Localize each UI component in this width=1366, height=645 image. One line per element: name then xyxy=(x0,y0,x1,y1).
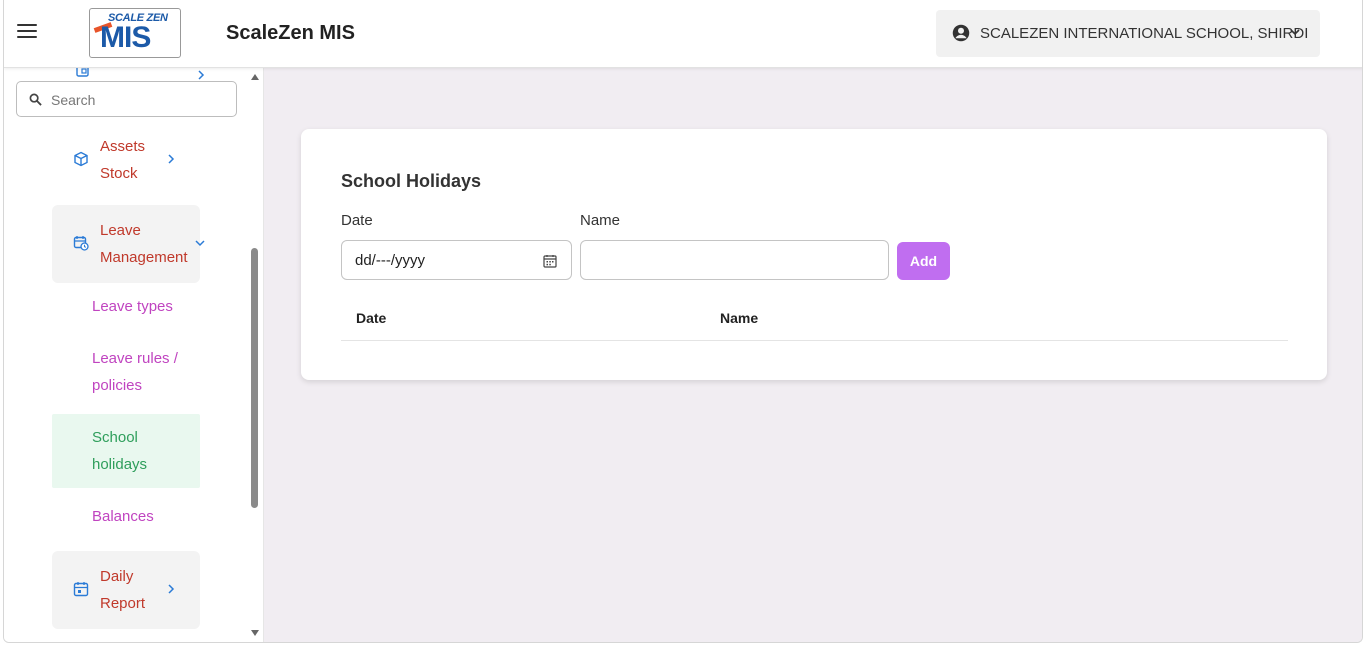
sidebar-scrollbar[interactable] xyxy=(249,68,261,642)
sidebar-search xyxy=(16,81,237,117)
date-field[interactable]: dd/---/yyyy xyxy=(341,240,572,280)
box-icon xyxy=(74,151,88,167)
date-field-value: dd/---/yyyy xyxy=(355,252,426,269)
sidebar-item-leave-management[interactable]: Leave Management xyxy=(52,205,205,283)
brand-logo[interactable]: SCALE ZEN MIS xyxy=(89,8,181,58)
sidebar-item-label: Leave xyxy=(100,222,141,239)
chevron-right-icon xyxy=(168,584,175,594)
sidebar-item-label: Report xyxy=(100,595,146,612)
sidebar-item-label: Daily xyxy=(100,568,134,585)
main-content: School Holidays Date Name dd/---/yyyy Ad… xyxy=(264,68,1362,642)
chevron-down-icon xyxy=(195,240,205,247)
wallet-icon xyxy=(76,68,89,77)
sidebar: Assets Stock Leave Management Leave type… xyxy=(4,68,264,642)
name-input[interactable] xyxy=(581,241,888,279)
scroll-up-arrow-icon[interactable] xyxy=(251,74,259,80)
menu-icon[interactable] xyxy=(17,24,37,40)
app-window: SCALE ZEN MIS ScaleZen MIS SCALEZEN INTE… xyxy=(3,0,1363,643)
chevron-right-icon[interactable] xyxy=(196,70,206,80)
card-title: School Holidays xyxy=(341,171,482,191)
sidebar-subitem-label: holidays xyxy=(92,456,148,473)
add-button[interactable]: Add xyxy=(897,242,950,280)
column-header-name: Name xyxy=(720,310,759,326)
sidebar-subitem-label: Leave types xyxy=(92,298,173,315)
school-holidays-card: School Holidays Date Name dd/---/yyyy Ad… xyxy=(301,129,1327,380)
app-title: ScaleZen MIS xyxy=(226,22,355,44)
sidebar-item-label: Assets xyxy=(100,138,146,155)
sidebar-subitem-leave-rules[interactable]: Leave rules / policies xyxy=(52,345,200,399)
sidebar-subitem-label: Leave rules / xyxy=(92,350,178,367)
sidebar-subitem-leave-types[interactable]: Leave types xyxy=(52,293,200,320)
chevron-right-icon xyxy=(168,154,175,164)
calendar-icon[interactable] xyxy=(543,254,557,268)
sidebar-subitem-label: Balances xyxy=(92,508,154,525)
column-header-date: Date xyxy=(356,310,387,326)
sidebar-item-daily-report[interactable]: Daily Report xyxy=(52,551,200,629)
sidebar-subitem-label: School xyxy=(92,429,138,446)
logo-main-text: MIS xyxy=(100,21,151,54)
sidebar-subitem-balances[interactable]: Balances xyxy=(52,503,200,530)
sidebar-subitem-label: policies xyxy=(92,377,143,394)
sidebar-subitem-school-holidays[interactable]: School holidays xyxy=(52,414,200,488)
sidebar-item-label: Management xyxy=(100,249,188,266)
chevron-down-icon xyxy=(1290,29,1300,36)
date-label: Date xyxy=(341,212,373,229)
calendar-clock-icon xyxy=(73,236,89,251)
sidebar-item-assets-stock[interactable]: Assets Stock xyxy=(52,132,200,186)
name-field[interactable] xyxy=(580,240,889,280)
holidays-table-header: Date Name xyxy=(341,301,1288,341)
scroll-down-arrow-icon[interactable] xyxy=(251,630,259,636)
top-header: SCALE ZEN MIS ScaleZen MIS SCALEZEN INTE… xyxy=(4,0,1362,68)
school-selector[interactable]: SCALEZEN INTERNATIONAL SCHOOL, SHIRDI xyxy=(936,10,1320,57)
name-label: Name xyxy=(580,212,621,229)
search-input[interactable] xyxy=(51,89,231,111)
account-circle-icon xyxy=(952,24,970,42)
search-icon xyxy=(29,93,42,106)
school-selector-label: SCALEZEN INTERNATIONAL SCHOOL, SHIRDI xyxy=(980,25,1309,42)
scrollbar-thumb[interactable] xyxy=(251,248,258,508)
calendar-icon xyxy=(73,582,89,597)
sidebar-item-label: Stock xyxy=(100,165,138,182)
